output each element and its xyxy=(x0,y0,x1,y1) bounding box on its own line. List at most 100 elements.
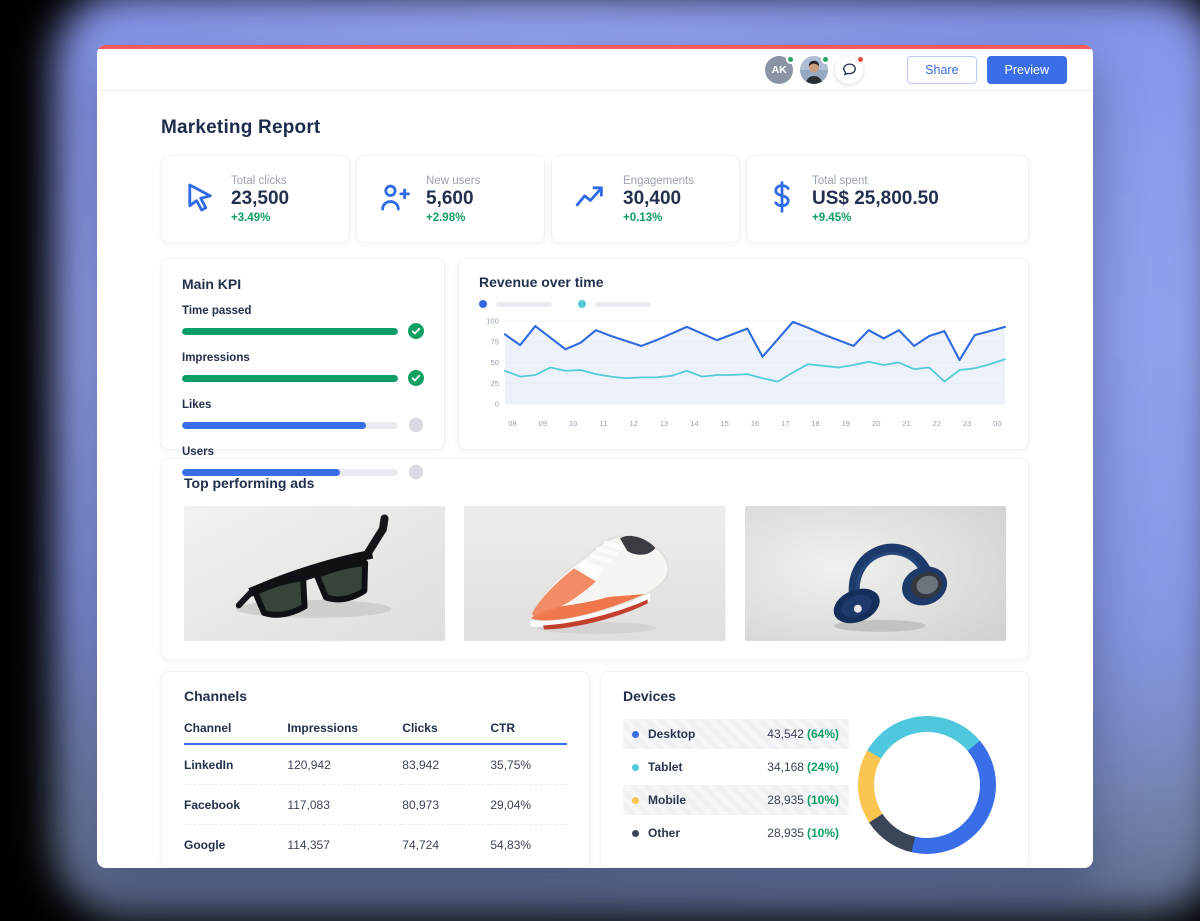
kpi-label: Impressions xyxy=(182,352,250,364)
svg-text:16: 16 xyxy=(751,419,759,428)
app-header: AK Share Preview xyxy=(97,49,1093,91)
stat-label: Total clicks xyxy=(231,174,287,187)
channels-cell: LinkedIn xyxy=(184,757,234,772)
svg-text:0: 0 xyxy=(495,400,499,409)
channels-table-row: Google 114,357 74,724 54,83% xyxy=(184,824,567,864)
device-percent: (24%) xyxy=(806,760,839,774)
channels-cell: 35,75% xyxy=(490,757,532,772)
device-value: 28,935 xyxy=(767,826,804,840)
device-label: Mobile xyxy=(648,793,686,807)
stat-card: Total spent US$ 25,800.50 +9.45% xyxy=(746,155,1029,243)
screenshot-stage: AK Share Preview Marketing Report Total … xyxy=(0,0,1200,921)
donut-wrap xyxy=(858,716,996,854)
svg-text:08: 08 xyxy=(508,419,516,428)
channels-col-header: Clicks xyxy=(402,712,491,745)
app-window: AK Share Preview Marketing Report Total … xyxy=(97,45,1093,868)
check-circle-icon xyxy=(408,323,424,339)
cursor-icon xyxy=(182,180,216,219)
device-percent: (10%) xyxy=(806,793,839,807)
channels-cell: 54,83% xyxy=(490,824,567,864)
revenue-chart: 0 25 50 75 100 08 09 10 11 12 13 14 15 16 17 18 19 20 21 22… xyxy=(479,314,1008,432)
channels-cell: 74,724 xyxy=(402,824,491,864)
avatar[interactable] xyxy=(800,54,831,84)
share-button[interactable]: Share xyxy=(907,55,977,84)
revenue-legend xyxy=(479,300,1008,308)
stat-value: 23,500 xyxy=(231,187,290,209)
svg-text:15: 15 xyxy=(720,419,728,428)
preview-button[interactable]: Preview xyxy=(986,55,1067,84)
kpi-item: Time passed xyxy=(182,305,424,339)
report-content: Marketing Report Total clicks 23,500 +3.49… xyxy=(97,117,1093,868)
svg-text:17: 17 xyxy=(781,419,789,428)
channels-col-header: Impressions xyxy=(287,712,403,745)
svg-text:11: 11 xyxy=(600,419,608,428)
channels-cell: Facebook xyxy=(184,784,288,825)
channels-cell: Google xyxy=(184,824,288,864)
kpi-item: Likes xyxy=(182,399,424,433)
channels-cell: 120,942 xyxy=(287,757,331,772)
stat-label: Total spent xyxy=(812,174,868,187)
svg-text:10: 10 xyxy=(569,419,577,428)
stat-card: New users 5,600 +2.98% xyxy=(356,155,545,243)
stat-card: Total clicks 23,500 +3.49% xyxy=(161,155,350,243)
headphones-image xyxy=(744,506,1006,641)
svg-text:00: 00 xyxy=(993,419,1001,428)
dollar-icon xyxy=(767,179,797,220)
stat-value: US$ 25,800.50 xyxy=(812,187,939,209)
svg-text:13: 13 xyxy=(660,419,668,428)
svg-text:21: 21 xyxy=(902,419,910,428)
channels-table-row: LinkedIn 120,942 83,942 35,75% xyxy=(184,744,567,785)
svg-text:19: 19 xyxy=(842,419,850,428)
devices-legend: Desktop 43,542 (64%) Tablet 34,168 (24%) Mobil… xyxy=(623,719,849,851)
stat-delta: +9.45% xyxy=(812,211,852,224)
device-label: Other xyxy=(648,826,681,840)
main-kpi-panel: Main KPI Time passed Impressions Likes User… xyxy=(161,258,445,480)
svg-text:22: 22 xyxy=(933,419,941,428)
page-title: Marketing Report xyxy=(161,117,321,138)
devices-title: Devices xyxy=(623,688,676,704)
channels-col-header: CTR xyxy=(490,712,567,745)
kpi-progress-bar xyxy=(182,374,398,382)
channels-cell: 83,942 xyxy=(402,757,439,772)
stat-delta: +0.13% xyxy=(623,211,663,224)
avatar[interactable]: AK xyxy=(765,54,796,84)
online-status-dot xyxy=(786,54,796,64)
kpi-progress-bar xyxy=(182,327,398,335)
top-ads-title: Top performing ads xyxy=(184,475,315,491)
legend-item-series-1 xyxy=(479,300,552,308)
device-legend-row: Desktop 43,542 (64%) xyxy=(623,719,849,749)
channels-cell: 117,083 xyxy=(287,784,403,825)
svg-text:25: 25 xyxy=(491,379,499,388)
device-percent: (64%) xyxy=(806,727,839,741)
device-legend-row: Mobile 28,935 (10%) xyxy=(623,785,849,815)
chat-button[interactable] xyxy=(835,54,866,84)
stat-value: 5,600 xyxy=(426,187,474,209)
channels-col-header: Channel xyxy=(184,712,288,745)
kpi-item: Impressions xyxy=(182,352,424,386)
kpi-label: Time passed xyxy=(182,305,252,317)
svg-text:100: 100 xyxy=(486,317,499,326)
stat-label: Engagements xyxy=(623,174,694,187)
bottom-row: Channels Channel Impressions Clicks CTR Lin… xyxy=(161,671,1029,868)
ads-row xyxy=(184,506,1006,641)
kpi-label: Likes xyxy=(182,399,212,411)
channels-cell: 80,973 xyxy=(402,784,491,825)
kpi-label: Users xyxy=(182,446,214,458)
svg-text:18: 18 xyxy=(811,419,819,428)
stat-value: 30,400 xyxy=(623,187,682,209)
trending-up-icon xyxy=(572,180,608,219)
channels-table-row: Facebook 117,083 80,973 29,04% xyxy=(184,784,567,825)
revenue-title: Revenue over time xyxy=(479,274,604,290)
svg-text:12: 12 xyxy=(629,419,637,428)
svg-text:75: 75 xyxy=(491,337,499,346)
sunglasses-image xyxy=(184,506,446,641)
top-ads-panel: Top performing ads xyxy=(161,458,1029,660)
notification-dot xyxy=(856,54,866,64)
stat-delta: +2.98% xyxy=(426,211,466,224)
channels-table: Channel Impressions Clicks CTR LinkedIn 120,… xyxy=(184,712,567,864)
legend-item-series-2 xyxy=(578,300,651,308)
main-kpi-title: Main KPI xyxy=(182,276,242,292)
device-percent: (10%) xyxy=(806,826,839,840)
kpi-items: Time passed Impressions Likes Users xyxy=(182,305,424,480)
device-value: 34,168 xyxy=(767,760,804,774)
